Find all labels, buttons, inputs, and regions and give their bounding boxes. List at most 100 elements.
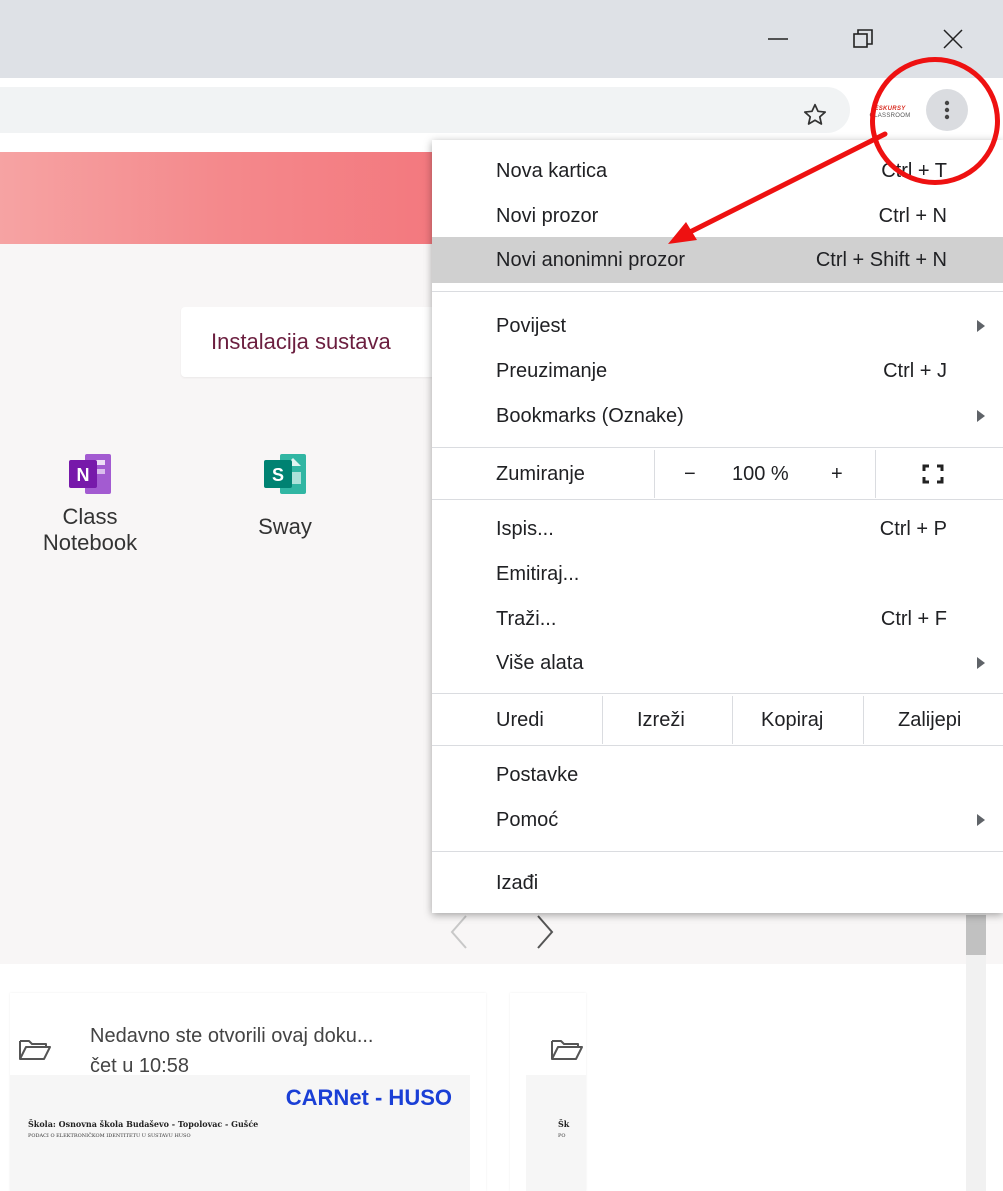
menu-item-cast[interactable]: Emitiraj... — [432, 551, 1003, 597]
app-label-line2: Notebook — [42, 530, 138, 555]
menu-separator — [432, 851, 1003, 852]
copy-button[interactable]: Kopiraj — [761, 696, 823, 744]
app-label: Sway — [258, 514, 312, 539]
carousel-next-icon[interactable] — [537, 915, 554, 949]
menu-label: Izađi — [496, 871, 539, 894]
menu-vertical-separator — [602, 696, 603, 744]
preview-line2: PODACI O ELEKTRONIČKOM IDENTITETU U SUST… — [28, 1133, 191, 1139]
menu-label: Više alata — [496, 651, 584, 674]
menu-item-new-incognito-window[interactable]: Novi anonimni prozor Ctrl + Shift + N — [432, 237, 1003, 283]
menu-row-edit: Uredi Izreži Kopiraj Zalijepi — [432, 696, 1003, 744]
menu-vertical-separator — [863, 696, 864, 744]
folder-open-icon — [551, 1040, 583, 1060]
svg-text:N: N — [77, 465, 90, 485]
menu-label: Pomoć — [496, 808, 559, 831]
minimize-icon — [768, 38, 788, 40]
menu-item-print[interactable]: Ispis... Ctrl + P — [432, 506, 1003, 552]
menu-item-find[interactable]: Traži... Ctrl + F — [432, 596, 1003, 642]
menu-item-settings[interactable]: Postavke — [432, 752, 1003, 798]
menu-vertical-separator — [654, 450, 655, 498]
page-scrollbar[interactable] — [966, 905, 986, 1191]
recent-file-info: Nedavno ste otvorili ovaj doku... čet u … — [90, 1021, 374, 1081]
menu-shortcut: Ctrl + Shift + N — [815, 248, 947, 271]
restore-icon — [853, 29, 873, 48]
recent-file-line1: Nedavno ste otvorili ovaj doku... — [90, 1025, 374, 1047]
carousel-prev-icon[interactable] — [450, 915, 467, 949]
close-icon — [943, 29, 963, 49]
menu-label: Bookmarks (Oznake) — [496, 404, 684, 427]
scrollbar-thumb[interactable] — [966, 915, 986, 955]
recent-file-card-2[interactable]: Šk PO — [510, 993, 586, 1191]
zoom-level-value: 100 % — [732, 462, 789, 485]
menu-shortcut: Ctrl + P — [879, 517, 947, 540]
extension-logo[interactable]: ESKURSY CLASSROOM — [866, 95, 914, 131]
menu-label: Traži... — [496, 607, 557, 630]
menu-item-new-window[interactable]: Novi prozor Ctrl + N — [432, 193, 1003, 239]
preview-brand: CARNet - HUSO — [285, 1085, 452, 1110]
bookmark-star-button[interactable] — [795, 95, 835, 135]
menu-item-exit[interactable]: Izađi — [432, 860, 1003, 906]
menu-label: Ispis... — [496, 517, 554, 540]
fullscreen-button[interactable] — [922, 450, 944, 498]
menu-label: Preuzimanje — [496, 359, 608, 382]
menu-label: Emitiraj... — [496, 562, 580, 585]
submenu-arrow-icon — [977, 410, 985, 422]
preview-2-line2: PO — [558, 1133, 566, 1139]
restore-button[interactable] — [840, 16, 886, 62]
menu-separator — [432, 745, 1003, 746]
menu-vertical-separator — [875, 450, 876, 498]
address-bar[interactable] — [0, 87, 850, 133]
menu-label: Postavke — [496, 763, 579, 786]
menu-row-zoom: Zumiranje − 100 % + — [432, 450, 1003, 498]
install-card[interactable]: Instalacija sustava — [181, 307, 461, 377]
kebab-vertical-icon — [944, 100, 950, 120]
edit-label: Uredi — [496, 708, 544, 731]
close-window-button[interactable] — [930, 16, 976, 62]
minimize-button[interactable] — [755, 16, 801, 62]
menu-label: Novi anonimni prozor — [496, 248, 685, 271]
menu-label: Povijest — [496, 314, 567, 337]
menu-separator — [432, 693, 1003, 694]
menu-item-bookmarks[interactable]: Bookmarks (Oznake) — [432, 393, 1003, 439]
menu-item-help[interactable]: Pomoć — [432, 797, 1003, 843]
browser-toolbar — [0, 78, 1003, 140]
install-card-label: Instalacija sustava — [211, 329, 391, 354]
menu-item-history[interactable]: Povijest — [432, 303, 1003, 349]
submenu-arrow-icon — [977, 814, 985, 826]
fullscreen-icon — [922, 464, 944, 484]
app-sway[interactable]: S Sway — [220, 452, 350, 540]
menu-shortcut: Ctrl + T — [881, 159, 947, 182]
browser-menu-button[interactable] — [926, 89, 968, 131]
preview-2-line1: Šk — [558, 1119, 570, 1129]
app-label-line1: Class — [62, 504, 118, 529]
title-bar — [0, 0, 1003, 78]
menu-shortcut: Ctrl + N — [878, 204, 947, 227]
zoom-label: Zumiranje — [496, 462, 585, 485]
menu-item-new-tab[interactable]: Nova kartica Ctrl + T — [432, 148, 1003, 194]
menu-shortcut: Ctrl + J — [883, 359, 947, 382]
menu-item-more-tools[interactable]: Više alata — [432, 640, 1003, 686]
menu-vertical-separator — [732, 696, 733, 744]
preview-line1: Škola: Osnovna škola Budaševo - Topolova… — [28, 1119, 259, 1129]
paste-button[interactable]: Zalijepi — [898, 696, 961, 744]
carousel-arrows — [442, 912, 572, 952]
submenu-arrow-icon — [977, 657, 985, 669]
menu-label: Novi prozor — [496, 204, 599, 227]
zoom-in-button[interactable]: + — [831, 450, 843, 498]
onenote-icon: N — [69, 454, 111, 494]
menu-item-downloads[interactable]: Preuzimanje Ctrl + J — [432, 348, 1003, 394]
submenu-arrow-icon — [977, 320, 985, 332]
document-preview: CARNet - HUSO Škola: Osnovna škola Budaš… — [10, 1075, 470, 1191]
app-class-notebook[interactable]: N Class Notebook — [25, 452, 155, 556]
document-preview-2: Šk PO — [526, 1075, 586, 1191]
menu-separator — [432, 499, 1003, 500]
menu-separator — [432, 447, 1003, 448]
star-outline-icon — [803, 103, 827, 125]
zoom-out-button[interactable]: − — [684, 450, 696, 498]
recent-file-card[interactable]: Nedavno ste otvorili ovaj doku... čet u … — [10, 993, 486, 1191]
extension-logo-line2: CLASSROOM — [869, 113, 911, 119]
menu-separator — [432, 291, 1003, 292]
extension-logo-line1: ESKURSY — [874, 106, 906, 112]
folder-open-icon — [19, 1040, 51, 1060]
cut-button[interactable]: Izreži — [637, 696, 685, 744]
